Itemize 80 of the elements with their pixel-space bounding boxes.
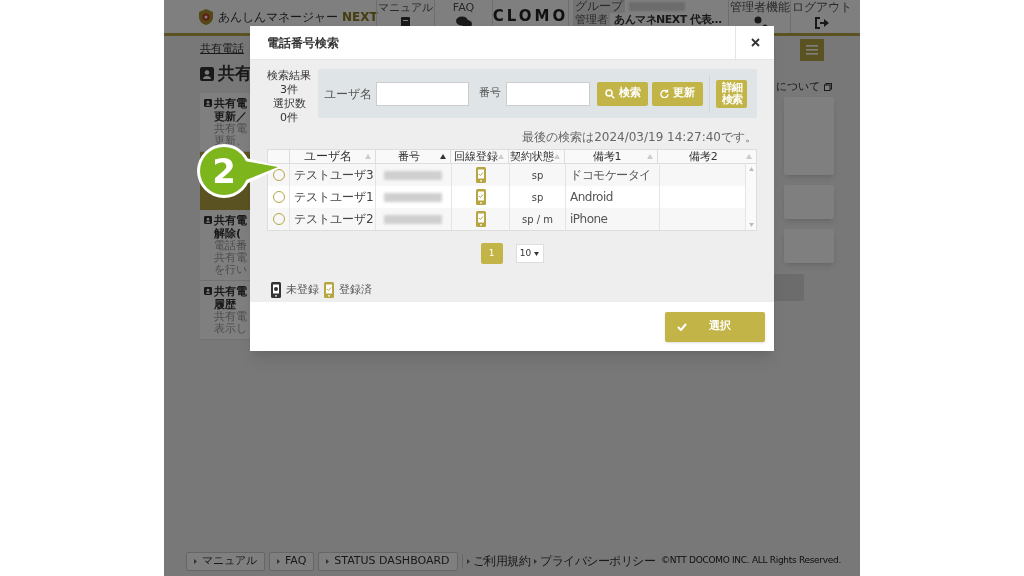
footer-button[interactable]: マニュアル <box>186 551 265 571</box>
page-title: 共有 <box>218 62 252 85</box>
contact-card-icon <box>204 216 212 224</box>
caret-icon <box>534 251 540 256</box>
card-title: 共有電 <box>214 213 247 227</box>
footer-button[interactable]: FAQ <box>269 551 315 571</box>
contact-card-icon <box>200 66 214 81</box>
brand-suffix: NEXT <box>342 9 378 26</box>
column-header[interactable]: 備考1 <box>592 150 622 163</box>
external-link-icon <box>824 82 832 91</box>
table-cell-text: テストユーザ1 <box>294 189 374 206</box>
column-header[interactable]: 番号 <box>397 150 420 163</box>
field-label: ユーザ名 <box>324 85 372 103</box>
footer-link[interactable]: プライバシーポリシー <box>534 552 656 570</box>
header-action-button[interactable]: ログアウト <box>790 0 852 33</box>
result-count: 3件 <box>280 83 298 97</box>
caret-icon <box>194 558 197 564</box>
brand-name: あんしんマネージャー <box>218 8 338 26</box>
last-search-time: 最後の検索は2024/03/19 14:27:40です。 <box>522 130 757 144</box>
result-label: 選択数 <box>272 97 306 111</box>
menu-button[interactable] <box>800 39 824 61</box>
card-title: 共有電 <box>214 284 247 298</box>
table-row[interactable]: テストユーザ2 sp / m iPhone <box>268 208 746 230</box>
table-cell-text: Android <box>570 189 613 206</box>
caret-icon <box>326 558 330 564</box>
legend-label: 未登録 <box>286 282 319 298</box>
legend-label: 登録済 <box>339 282 372 298</box>
caret-icon <box>534 558 538 564</box>
group-label: グループ <box>573 0 625 13</box>
menu-icon <box>806 45 818 55</box>
table-cell-text: sp / m <box>522 212 553 227</box>
check-icon <box>677 322 687 331</box>
page-size-select[interactable]: 10 <box>515 244 544 263</box>
copyright-text: ©NTT DOCOMO INC. ALL Rights Reserved. <box>661 554 841 568</box>
shield-logo-icon <box>198 7 214 26</box>
search-icon <box>604 88 615 99</box>
sort-icon[interactable] <box>440 154 447 159</box>
table-row[interactable]: テストユーザ3 sp ドコモケータイ <box>268 164 746 186</box>
footer-link[interactable]: ご利用規約 <box>466 552 531 570</box>
table-cell-text: ドコモケータイ <box>570 167 651 184</box>
table-cell-text: テストユーザ2 <box>294 211 374 228</box>
field-label: 番号 <box>479 85 501 102</box>
footer-button[interactable]: STATUS DASHBOARD <box>318 551 458 571</box>
result-label: 検索結果 <box>267 69 311 83</box>
column-header[interactable]: ユーザ名 <box>304 150 353 163</box>
clomo-logo: CLOMO <box>492 6 569 28</box>
column-header[interactable]: 備考2 <box>688 150 718 163</box>
table-cell-text: sp <box>531 190 544 205</box>
admin-name: あんマネNEXT 代表… <box>614 13 722 26</box>
card-title: 解除( <box>214 226 242 240</box>
table-cell-text: テストユーザ3 <box>294 167 374 184</box>
contact-card-icon <box>204 287 212 295</box>
redacted-number <box>384 170 442 180</box>
info-link[interactable]: について <box>776 80 820 93</box>
caret-icon <box>466 558 470 564</box>
redacted-number <box>384 214 442 224</box>
contact-card-icon <box>204 99 212 107</box>
admin-label: 管理者 <box>573 13 610 26</box>
table-cell-text: iPhone <box>570 211 608 228</box>
column-header[interactable]: 回線登録 <box>453 150 498 163</box>
scroll-up-icon[interactable] <box>748 167 754 171</box>
table-cell-text: sp <box>531 168 544 183</box>
refresh-icon <box>660 89 669 98</box>
card-description: 共有電 <box>214 122 247 135</box>
caret-icon <box>277 558 280 564</box>
card-title: 履歴 <box>214 297 236 311</box>
card-title: 共有電 <box>214 96 247 110</box>
result-count: 0件 <box>280 111 298 125</box>
logout-icon <box>814 16 829 30</box>
card-title: 更新／ <box>214 109 247 123</box>
user-name-field[interactable] <box>376 81 469 106</box>
scroll-down-icon[interactable] <box>748 223 754 227</box>
dialog-title: 電話番号検索 <box>267 34 339 52</box>
step-number: 2 <box>211 149 237 193</box>
column-header[interactable]: 契約状態 <box>510 150 555 163</box>
number-field[interactable] <box>506 81 590 106</box>
scrollbar[interactable] <box>746 164 756 230</box>
breadcrumb-link[interactable]: 共有電話 <box>200 42 244 55</box>
close-icon <box>750 38 760 47</box>
redacted-number <box>384 192 442 202</box>
